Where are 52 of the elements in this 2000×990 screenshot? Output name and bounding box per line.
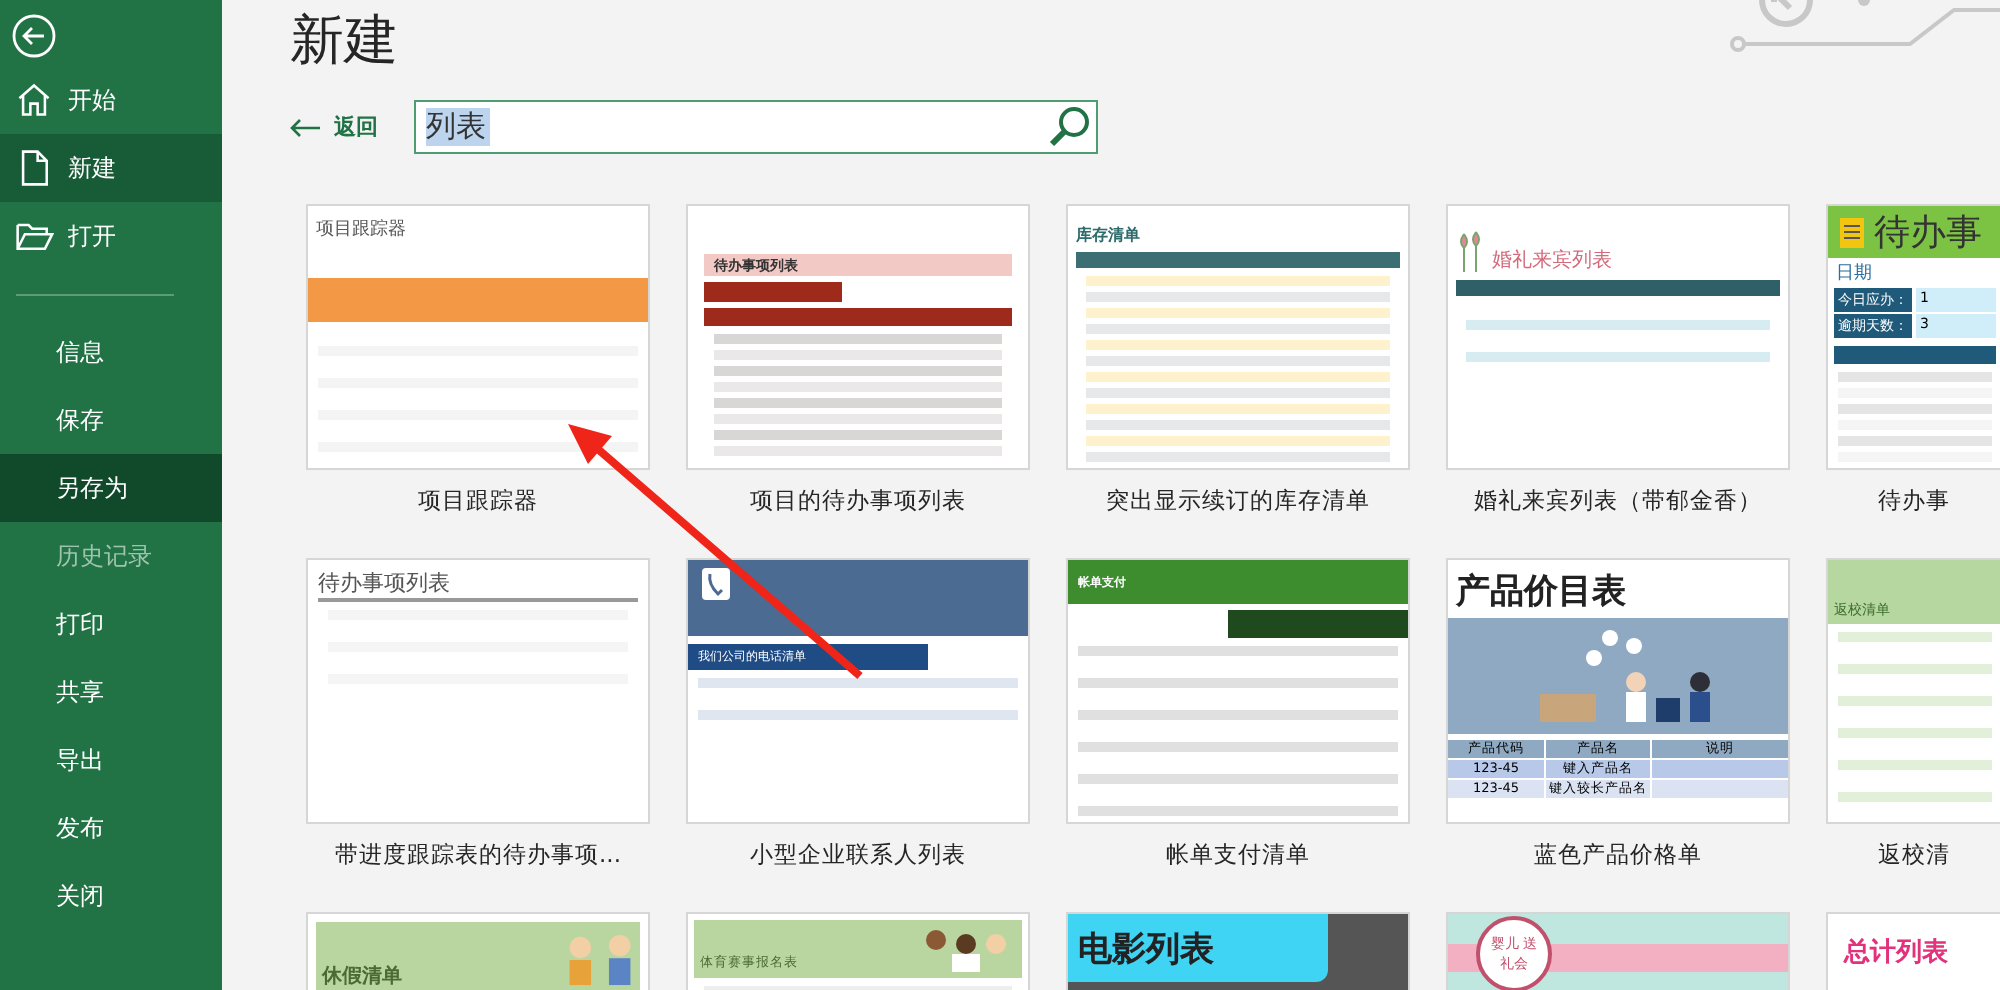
left-arrow-icon bbox=[290, 117, 322, 137]
template-thumbnail[interactable]: 待办事项列表 bbox=[306, 558, 650, 824]
template-thumbnail[interactable]: 休假清单 bbox=[306, 912, 650, 990]
template-name: 项目的待办事项列表 bbox=[750, 486, 966, 518]
preview-title: 待办事 bbox=[1874, 210, 1982, 256]
template-thumbnail[interactable]: 婚礼来宾列表 bbox=[1446, 204, 1790, 470]
preview-title: 产品价目表 bbox=[1453, 570, 1628, 616]
template-name: 小型企业联系人列表 bbox=[750, 840, 966, 872]
template-name: 突出显示续订的库存清单 bbox=[1106, 486, 1370, 518]
sidebar-item[interactable]: 另存为 bbox=[0, 454, 222, 522]
search-icon[interactable] bbox=[1048, 104, 1092, 148]
sidebar-item[interactable]: 新建 bbox=[0, 134, 222, 202]
sidebar-item[interactable]: 发布 bbox=[0, 794, 222, 862]
template-name: 项目跟踪器 bbox=[418, 486, 538, 518]
preview-title: 电影列表 bbox=[1078, 927, 1214, 971]
back-link[interactable]: 返回 bbox=[290, 112, 378, 142]
template-name: 带进度跟踪表的待办事项... bbox=[335, 840, 621, 872]
blank-cell bbox=[1652, 760, 1788, 778]
summary-bar bbox=[704, 282, 843, 302]
preview-title: 项目跟踪器 bbox=[314, 217, 408, 242]
preview-title: 库存清单 bbox=[1076, 226, 1140, 244]
sidebar-item[interactable]: 关闭 bbox=[0, 862, 222, 930]
sidebar-item[interactable]: 打开 bbox=[0, 202, 222, 270]
template-name: 待办事 bbox=[1878, 486, 1950, 518]
preview-title: 婚礼来宾列表 bbox=[1492, 247, 1612, 274]
preview-title: 总计列表 bbox=[1844, 938, 1948, 968]
back-icon[interactable] bbox=[12, 14, 56, 58]
tulip-icon bbox=[1456, 230, 1484, 274]
sidebar-item[interactable]: 保存 bbox=[0, 386, 222, 454]
template-thumbnail[interactable]: 项目跟踪器 bbox=[306, 204, 650, 470]
sidebar-item[interactable]: 共享 bbox=[0, 658, 222, 726]
people-illustration bbox=[566, 930, 634, 990]
phone-icon bbox=[700, 566, 732, 602]
sidebar-item[interactable]: 导出 bbox=[0, 726, 222, 794]
sidebar-item[interactable]: 开始 bbox=[0, 66, 222, 134]
sidebar-item[interactable]: 打印 bbox=[0, 590, 222, 658]
template-thumbnail[interactable]: 总计列表 bbox=[1826, 912, 2000, 990]
page-title: 新建 bbox=[290, 8, 398, 76]
preview-title: 待办事项列表 bbox=[318, 568, 638, 602]
template-name: 蓝色产品价格单 bbox=[1534, 840, 1702, 872]
template-thumbnail[interactable]: 电影列表 bbox=[1066, 912, 1410, 990]
notepad-icon bbox=[1838, 214, 1866, 250]
blank-cell bbox=[1652, 780, 1788, 798]
search-field[interactable]: 列表 bbox=[414, 100, 1098, 154]
template-name: 婚礼来宾列表（带郁金香） bbox=[1474, 486, 1762, 518]
preview-label: 日期 bbox=[1834, 261, 1874, 288]
sidebar-item[interactable]: 信息 bbox=[0, 318, 222, 386]
template-name: 帐单支付清单 bbox=[1166, 840, 1310, 872]
template-name: 返校清 bbox=[1878, 840, 1950, 872]
home-icon bbox=[14, 80, 54, 120]
template-thumbnail[interactable]: 库存清单 bbox=[1066, 204, 1410, 470]
preview-title: 休假清单 bbox=[322, 963, 402, 990]
